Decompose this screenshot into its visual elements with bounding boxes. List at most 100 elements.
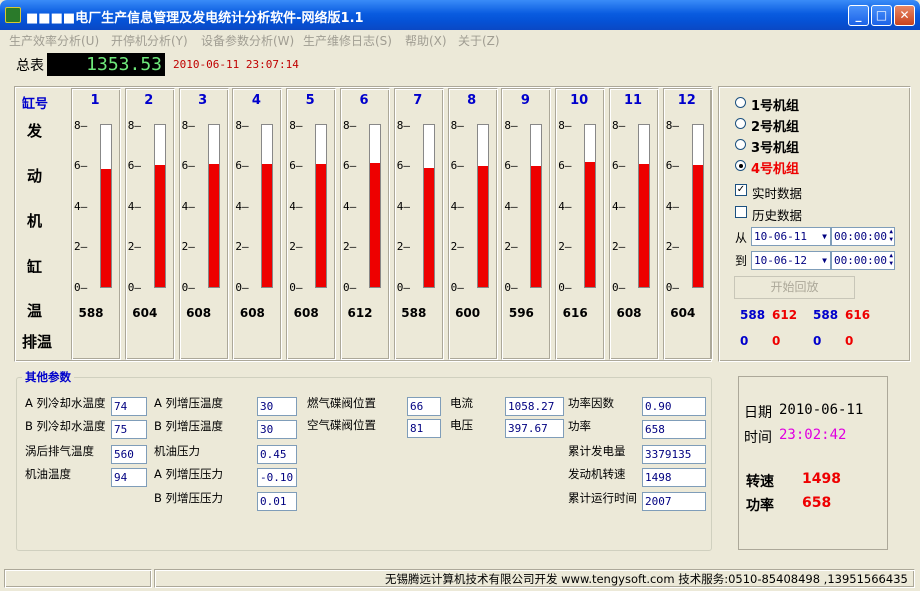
- cylinder-3-gauge: [207, 124, 220, 288]
- from-time-picker[interactable]: 00:00:00 ▲ ▼: [831, 227, 895, 246]
- param-value-col2-4[interactable]: 0.01: [257, 492, 297, 511]
- tick-label: 8: [235, 119, 243, 132]
- param-value-col2-2[interactable]: 0.45: [257, 445, 297, 464]
- history-checkbox[interactable]: [735, 206, 747, 218]
- cylinder-number-7: 7: [413, 93, 423, 108]
- close-button[interactable]: ✕: [894, 5, 915, 26]
- param-value-col1-3[interactable]: 94: [111, 468, 147, 487]
- tick-label: 8: [343, 119, 350, 132]
- tick-label: 0: [396, 281, 404, 294]
- tick-label: 2: [235, 240, 243, 253]
- tick-label: 8: [396, 119, 404, 132]
- cylinder-8-exhaust-temp: 600: [455, 306, 481, 320]
- cylinder-12-level: [692, 164, 703, 287]
- cylinder-5-gauge: [315, 124, 328, 288]
- cylinder-7-tick: 4—: [396, 200, 411, 213]
- cylinder-6-tick: 6—: [343, 159, 357, 172]
- cylinder-9-gauge: [530, 124, 543, 288]
- param-label-col5-4: 累计运行时间: [568, 491, 637, 505]
- cylinder-2-tick: 8—: [127, 119, 142, 132]
- cylinder-11-tick: 2—: [612, 240, 626, 253]
- param-value-col5-1[interactable]: 658: [642, 420, 706, 439]
- unit-radio-1[interactable]: [735, 97, 746, 108]
- param-value-col2-3[interactable]: -0.10: [257, 468, 297, 487]
- cylinder-4-tick: 0—: [235, 281, 249, 294]
- cylinder-8-tick: 0—: [450, 281, 464, 294]
- cylinder-9-tick: 6—: [504, 159, 518, 172]
- param-label-col4-0: 电流: [450, 396, 473, 410]
- param-value-col5-3[interactable]: 1498: [642, 468, 706, 487]
- param-value-col1-2[interactable]: 560: [111, 445, 147, 464]
- unit-radio-4[interactable]: [735, 160, 746, 171]
- param-value-col5-2[interactable]: 3379135: [642, 445, 706, 464]
- param-value-col3-0[interactable]: 66: [407, 397, 441, 416]
- cylinder-8-level: [477, 165, 488, 287]
- tick-label: 0: [181, 281, 189, 294]
- cylinder-12-exhaust-temp: 604: [670, 306, 696, 320]
- param-value-col4-1[interactable]: 397.67: [505, 419, 564, 438]
- cylinder-10-tick: 0—: [558, 281, 572, 294]
- start-playback-button[interactable]: 开始回放: [734, 276, 855, 299]
- to-date-picker[interactable]: 10-06-12 ▼: [751, 251, 831, 270]
- cylinder-12-tick: 4—: [665, 200, 680, 213]
- param-label-col1-0: A 列冷却水温度: [25, 396, 106, 410]
- cylinder-6-exhaust-temp: 612: [347, 306, 373, 320]
- cylinder-11-level: [639, 163, 649, 287]
- param-value-col3-1[interactable]: 81: [407, 419, 441, 438]
- param-value-col5-0[interactable]: 0.90: [642, 397, 706, 416]
- cylinder-4-tick: 6—: [235, 159, 249, 172]
- tick-label: 6: [450, 159, 458, 172]
- cylinder-5-tick: 2—: [289, 240, 303, 253]
- summary-date-label: 日期: [744, 405, 772, 421]
- cylinder-6-tick: 2—: [343, 240, 357, 253]
- param-value-col1-0[interactable]: 74: [111, 397, 147, 416]
- param-value-col1-1[interactable]: 75: [111, 420, 147, 439]
- tick-label: 2: [289, 240, 296, 253]
- cylinder-1-level: [101, 168, 111, 287]
- cylinder-8-tick: 8—: [450, 119, 464, 132]
- tick-label: 8: [450, 119, 458, 132]
- maximize-button[interactable]: □: [871, 5, 892, 26]
- cylinder-9-exhaust-temp: 596: [508, 306, 534, 320]
- unit-radio-2[interactable]: [735, 118, 746, 129]
- cylinder-7-tick: 8—: [396, 119, 411, 132]
- param-value-col4-0[interactable]: 1058.27: [505, 397, 564, 416]
- unit-value-5: 0: [740, 334, 749, 348]
- cylinder-number-8: 8: [467, 93, 477, 108]
- cylinder-12-tick: 6—: [665, 159, 680, 172]
- cylinder-number-12: 12: [677, 93, 696, 108]
- cylinder-10-exhaust-temp: 616: [562, 306, 588, 320]
- side-label-0: 发: [27, 122, 43, 140]
- realtime-checkbox[interactable]: ✓: [735, 184, 747, 196]
- menu-maintenance[interactable]: 生产维修日志(S): [303, 32, 392, 49]
- side-label-3: 缸: [27, 258, 43, 276]
- cylinder-3-tick: 6—: [181, 159, 195, 172]
- summary-speed-value: 1498: [802, 471, 841, 487]
- cylinder-11-tick: 6—: [612, 159, 626, 172]
- tick-label: 4: [665, 200, 673, 213]
- tick-label: 8: [504, 119, 512, 132]
- cylinder-2-gauge: [153, 124, 166, 288]
- menu-startstop[interactable]: 开停机分析(Y): [111, 32, 188, 49]
- unit-radio-3[interactable]: [735, 139, 746, 150]
- menu-help[interactable]: 帮助(X): [405, 32, 447, 49]
- to-time-picker[interactable]: 00:00:00 ▲ ▼: [831, 251, 895, 270]
- cylinder-5-tick: 6—: [289, 159, 303, 172]
- cylinder-7-exhaust-temp: 588: [401, 306, 427, 320]
- menu-efficiency[interactable]: 生产效率分析(U): [9, 32, 99, 49]
- tick-label: 8: [665, 119, 673, 132]
- cylinder-12-tick: 2—: [665, 240, 680, 253]
- param-value-col2-0[interactable]: 30: [257, 397, 297, 416]
- summary-power-value: 658: [802, 495, 832, 511]
- cylinder-12-tick: 0—: [665, 281, 680, 294]
- param-value-col5-4[interactable]: 2007: [642, 492, 706, 511]
- cylinder-9-tick: 8—: [504, 119, 518, 132]
- menu-about[interactable]: 关于(Z): [458, 32, 500, 49]
- param-value-col2-1[interactable]: 30: [257, 420, 297, 439]
- cylinder-5-tick: 8—: [289, 119, 303, 132]
- minimize-button[interactable]: _: [848, 5, 869, 26]
- cylinder-3-level: [208, 163, 219, 287]
- menu-equipment[interactable]: 设备参数分析(W): [201, 32, 294, 49]
- from-date-picker[interactable]: 10-06-11 ▼: [751, 227, 831, 246]
- tick-label: 0: [612, 281, 619, 294]
